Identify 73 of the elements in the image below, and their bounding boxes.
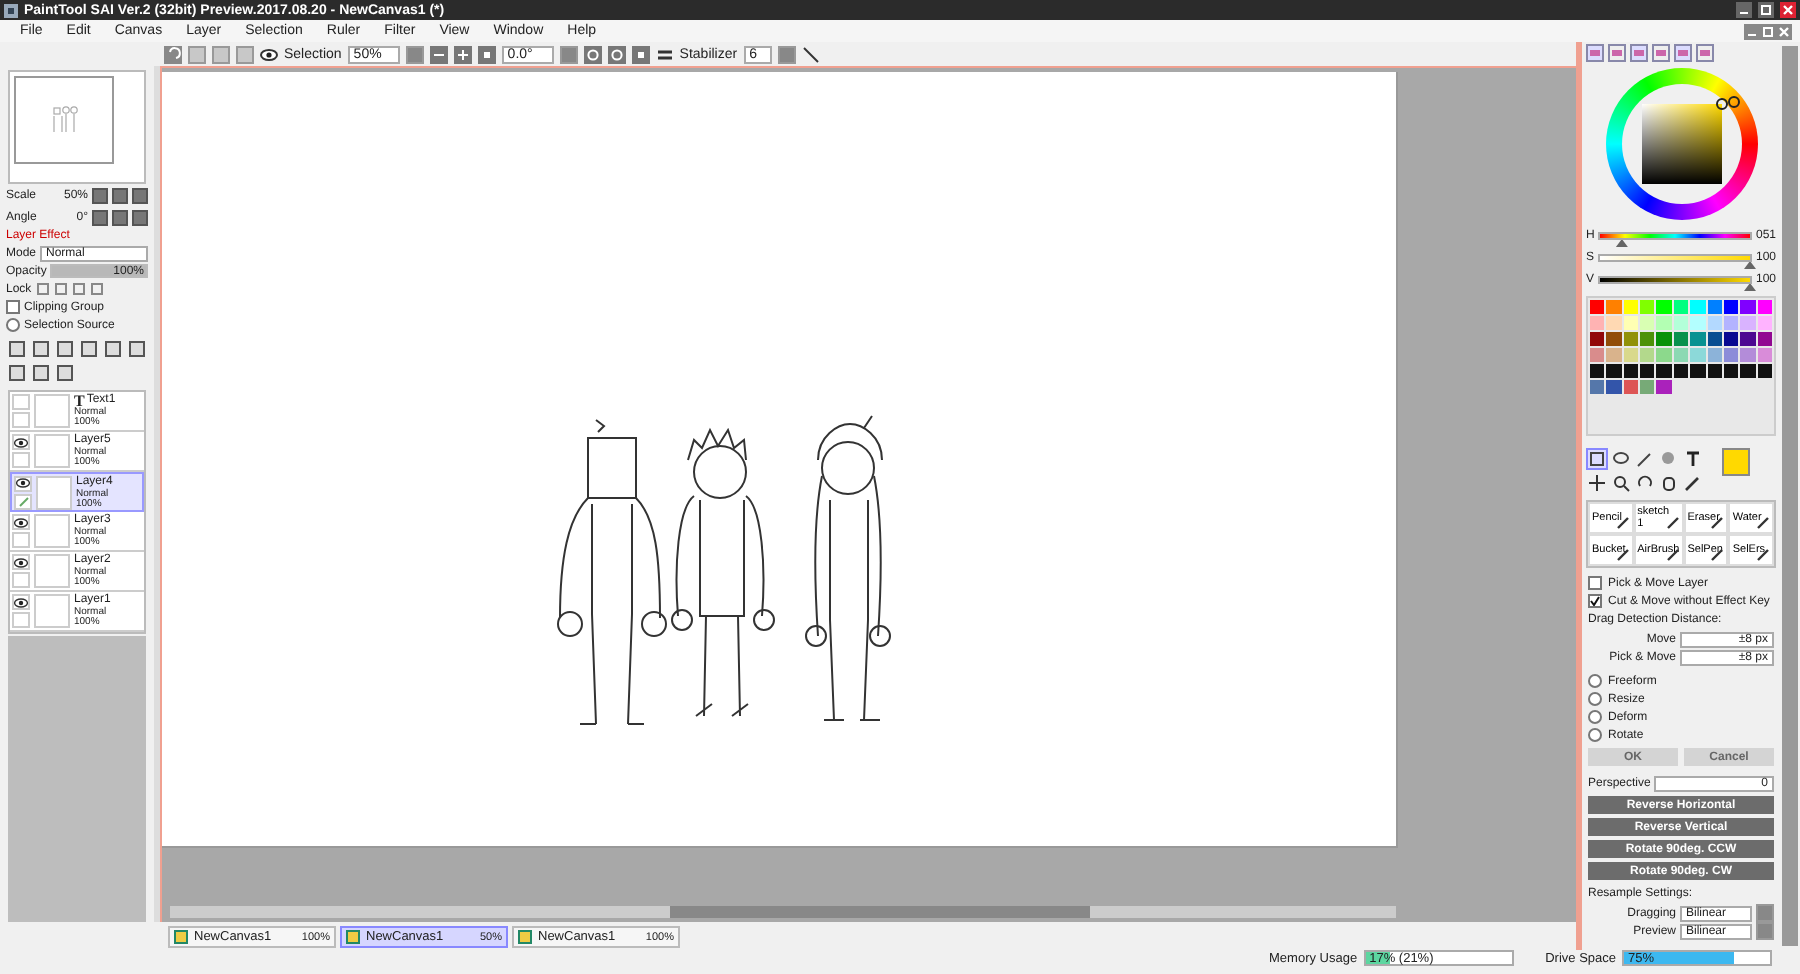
app-icon <box>4 3 18 17</box>
layer-thumbnail <box>34 594 70 628</box>
radio-button[interactable] <box>6 318 20 332</box>
lasso-button[interactable] <box>1610 448 1632 470</box>
reset-icon[interactable] <box>631 45 650 63</box>
flip-icon[interactable] <box>655 45 674 63</box>
vertical-scrollbar[interactable] <box>1782 46 1798 946</box>
undo-icon[interactable] <box>164 45 182 63</box>
navigator-preview[interactable] <box>8 70 146 184</box>
canvas-icon <box>346 930 360 944</box>
canvas-icon <box>518 930 532 944</box>
layer-thumbnail <box>34 434 70 468</box>
checkbox[interactable] <box>6 300 20 314</box>
edit-toggle[interactable] <box>12 412 30 428</box>
canvas-thumbnail-drawing <box>14 76 114 164</box>
select-tool-button[interactable] <box>1586 448 1608 470</box>
zoom-in-icon[interactable] <box>453 45 472 63</box>
brush-icon <box>1710 516 1725 530</box>
layer-thumbnail <box>34 554 70 588</box>
magic-wand-button[interactable] <box>1634 448 1656 470</box>
lock-square-icon[interactable] <box>35 282 50 296</box>
edit-toggle[interactable] <box>12 532 30 548</box>
close-icon[interactable] <box>1780 2 1796 18</box>
dropdown-button[interactable] <box>405 45 424 63</box>
minimize-icon[interactable] <box>1736 2 1752 18</box>
visibility-toggle[interactable] <box>12 434 30 450</box>
foreground-color-swatch[interactable] <box>1722 448 1750 476</box>
visibility-toggle[interactable] <box>12 514 30 530</box>
eye-icon <box>16 478 30 488</box>
brush-icon <box>1710 548 1725 562</box>
visibility-toggle[interactable] <box>14 475 32 491</box>
edit-toggle[interactable] <box>14 493 32 509</box>
edit-toggle[interactable] <box>12 452 30 468</box>
eye-icon <box>14 437 28 447</box>
scrollbar-thumb[interactable] <box>670 906 1090 918</box>
move-button[interactable] <box>1586 472 1608 494</box>
eye-icon[interactable] <box>260 45 278 63</box>
layer-thumbnail <box>36 475 72 509</box>
eye-icon <box>14 517 28 527</box>
text-layer-icon: T <box>74 394 85 408</box>
hue-knob[interactable] <box>1727 95 1740 108</box>
brush-icon <box>1615 516 1630 530</box>
zoom-out-icon[interactable] <box>429 45 448 63</box>
edit-toggle[interactable] <box>12 612 30 628</box>
color-palette[interactable] <box>1586 296 1776 436</box>
saturation-value-square[interactable] <box>1641 104 1721 184</box>
line-icon[interactable] <box>801 45 820 63</box>
brush-icon <box>1665 516 1680 530</box>
square-icon[interactable] <box>104 340 122 358</box>
eye-icon <box>14 597 28 607</box>
visibility-toggle[interactable] <box>12 594 30 610</box>
horizontal-scrollbar[interactable] <box>170 906 1396 918</box>
edit-toggle[interactable] <box>12 572 30 588</box>
eyedropper-button[interactable] <box>1682 472 1704 494</box>
rotate-left-icon[interactable] <box>583 45 602 63</box>
minimize-icon[interactable] <box>1744 23 1760 39</box>
reset-icon[interactable] <box>477 45 496 63</box>
text-tool-button[interactable] <box>1682 448 1704 470</box>
brush-icon <box>1755 516 1770 530</box>
dropdown-button[interactable] <box>559 45 578 63</box>
hand-button[interactable] <box>1658 472 1680 494</box>
close-icon[interactable] <box>1776 23 1792 39</box>
color-knob[interactable] <box>1715 98 1727 110</box>
layer-thumbnail <box>34 514 70 548</box>
brush-icon <box>1665 548 1680 562</box>
checkmark-icon <box>1590 596 1600 606</box>
brush-icon <box>1755 548 1770 562</box>
rotate-right-icon[interactable] <box>607 45 626 63</box>
brush-icon <box>1615 548 1630 562</box>
eye-icon <box>14 557 28 567</box>
zoom-button[interactable] <box>1610 472 1632 494</box>
visibility-toggle[interactable] <box>12 554 30 570</box>
canvas-icon <box>174 930 188 944</box>
